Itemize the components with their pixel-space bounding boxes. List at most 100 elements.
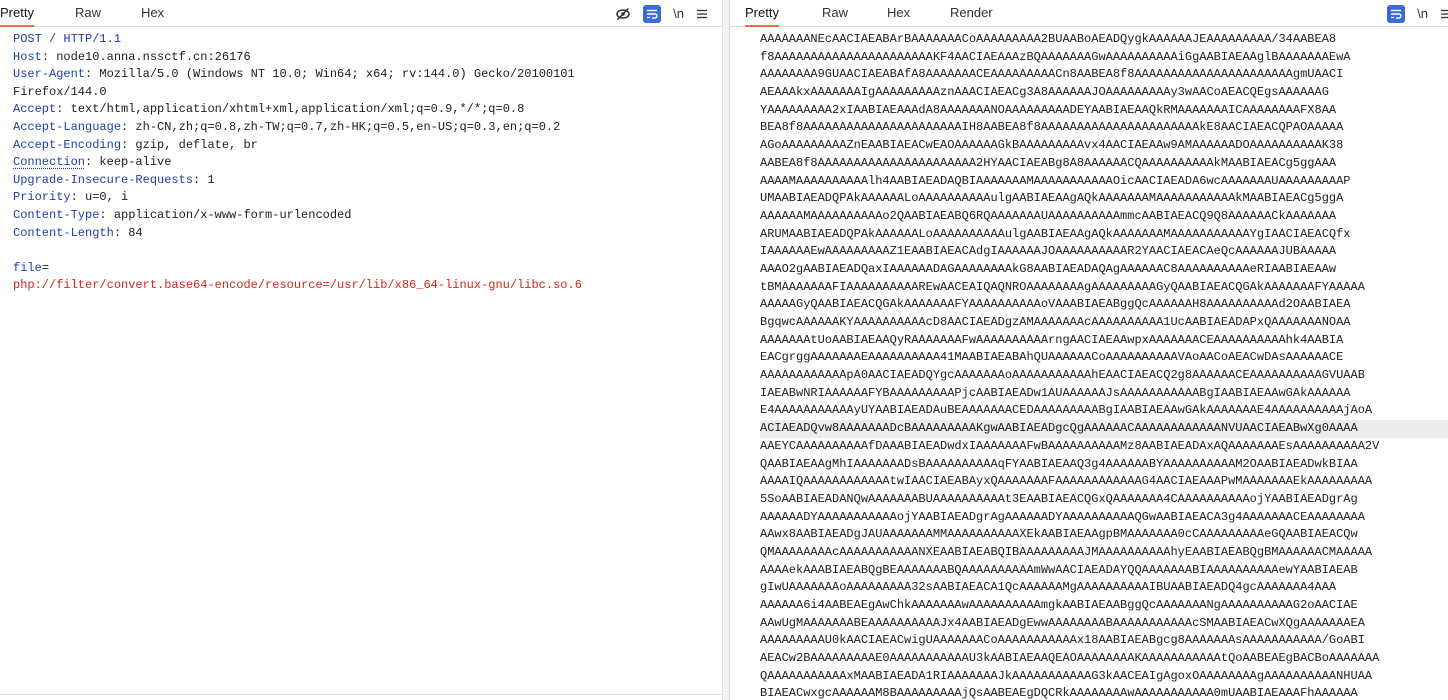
response-line: 5SoAABIAEADANQwAAAAAAABUAAAAAAAAAAt3EAAB…: [760, 491, 1358, 506]
header-name: Content-Type: [13, 207, 100, 222]
request-tabbar: Pretty Raw Hex \n: [0, 0, 722, 27]
header-name: Upgrade-Insecure-Requests: [13, 172, 194, 187]
response-line: ACIAEADQvw8AAAAAAADcBAAAAAAAAAKgwAABIAEA…: [760, 420, 1448, 438]
response-line: AABEA8f8AAAAAAAAAAAAAAAAAAAAAA2HYAACIAEA…: [760, 155, 1337, 170]
response-line: AAAAIQAAAAAAAAAAAAtwIAACIAEABAyxQAAAAAAA…: [760, 474, 1373, 489]
request-toolbar: \n: [603, 0, 708, 27]
response-line: AAAAAAAA9GUAACIAEABAfA8AAAAAAACEAAAAAAAA…: [760, 67, 1344, 82]
newline-toggle-button[interactable]: \n: [673, 5, 684, 23]
request-tab-pretty[interactable]: Pretty: [0, 0, 34, 27]
response-line: AGoAAAAAAAAAZnEAABIAEACwEAOAAAAAAGkBAAAA…: [760, 138, 1344, 153]
request-line: Accept-Encoding: gzip, deflate, br: [13, 137, 722, 155]
header-name: file: [13, 260, 42, 275]
response-line: ARUMAABIAEADQPAkAAAAAALoAAAAAAAAAAulgAAB…: [760, 226, 1351, 241]
response-line: tBMAAAAAAAFIAAAAAAAAAAREwAACEAIQAQNROAAA…: [760, 279, 1365, 294]
header-value: : gzip, deflate, br: [121, 137, 258, 152]
response-line: QMAAAAAAAAcAAAAAAAAAAANXEAABIAEABQIBAAAA…: [760, 544, 1373, 559]
header-name: User-Agent: [13, 67, 86, 82]
header-name: Accept-Language: [13, 119, 122, 134]
response-line: AAAO2gAABIAEADQaxIAAAAAADAGAAAAAAAAkG8AA…: [760, 261, 1337, 276]
response-newline-toggle-button[interactable]: \n: [1417, 5, 1428, 23]
header-value: =: [41, 260, 50, 275]
response-line: AAAAAAANEcAACIAEABArBAAAAAAACoAAAAAAAAA2…: [760, 32, 1337, 46]
response-line: EACgrggAAAAAAAEAAAAAAAAAA41MAABIAEABAhQU…: [760, 350, 1344, 365]
response-menu-icon[interactable]: [1440, 5, 1448, 23]
header-value: : 1: [193, 172, 215, 187]
request-line: Firefox/144.0: [13, 84, 722, 102]
header-value: : zh-CN,zh;q=0.8,zh-TW;q=0.7,zh-HK;q=0.5…: [121, 119, 561, 134]
header-name: Accept: [13, 102, 57, 117]
response-line: BEA8f8AAAAAAAAAAAAAAAAAAAAAAIH8AABEA8f8A…: [760, 120, 1344, 135]
request-line: file=: [13, 260, 722, 278]
header-name: Priority: [13, 190, 71, 205]
request-editor[interactable]: POST / HTTP/1.1 Host: node10.anna.nssctf.…: [0, 27, 722, 295]
response-line: AAAAAADYAAAAAAAAAAAojYAABIAEADgrAgAAAAAA…: [760, 509, 1365, 524]
response-tab-pretty[interactable]: Pretty: [745, 0, 779, 27]
header-name: POST / HTTP/1.1: [13, 32, 122, 46]
request-line: Content-Type: application/x-www-form-url…: [13, 207, 722, 225]
header-name: Host: [13, 49, 42, 64]
response-tab-hex[interactable]: Hex: [887, 0, 910, 27]
response-pane: Pretty Raw Hex Render \n AAAAAAANEcAACIA…: [729, 0, 1448, 700]
request-pane: Pretty Raw Hex \n POST / HTTP/1.1 Host: n…: [0, 0, 722, 700]
response-line: IAAAAAAEwAAAAAAAAAZ1EAABIAEACAdgIAAAAAAJ…: [760, 244, 1337, 259]
response-line: AAAAAAAAAU0kAACIAEACwigUAAAAAAACoAAAAAAA…: [760, 633, 1365, 648]
response-word-wrap-icon[interactable]: [1387, 4, 1406, 23]
response-line: QAAAAAAAAAAAxMAABIAEADA1RIAAAAAAAJkAAAAA…: [760, 668, 1373, 683]
word-wrap-icon[interactable]: [643, 4, 662, 23]
response-line: f8AAAAAAAAAAAAAAAAAAAAAAKF4AACIAEAAAzBQA…: [760, 49, 1351, 64]
request-line: User-Agent: Mozilla/5.0 (Windows NT 10.0…: [13, 66, 722, 84]
menu-icon[interactable]: [696, 5, 708, 23]
header-value: : text/html,application/xhtml+xml,applic…: [56, 102, 525, 117]
request-tab-hex[interactable]: Hex: [141, 0, 164, 27]
response-line: AAwUgMAAAAAAABEAAAAAAAAAAJx4AABIAEADgEww…: [760, 615, 1365, 630]
header-name: Connection: [13, 155, 86, 170]
response-line: AAAAMAAAAAAAAAAlh4AABIAEADAQBIAAAAAAAMAA…: [760, 173, 1351, 188]
request-line: php://filter/convert.base64-encode/resou…: [13, 277, 722, 295]
response-line: E4AAAAAAAAAAAyUYAABIAEADAuBEAAAAAAACEDAA…: [760, 403, 1373, 418]
request-body-value: php://filter/convert.base64-encode/resou…: [13, 278, 582, 293]
response-line: UMAABIAEADQPAkAAAAAALoAAAAAAAAAAulgAABIA…: [760, 191, 1344, 206]
request-line: Priority: u=0, i: [13, 189, 722, 207]
response-line: AAwx8AABIAEADgJAUAAAAAAAMMAAAAAAAAAAXEkA…: [760, 527, 1358, 542]
response-line: BgqwcAAAAAAKYAAAAAAAAAAcD8AACIAEADgzAMAA…: [760, 315, 1351, 329]
response-tabbar: Pretty Raw Hex Render \n: [730, 0, 1448, 27]
header-value: : node10.anna.nssctf.cn:26176: [41, 49, 251, 64]
response-line: QAABIAEAAgMhIAAAAAAADsBAAAAAAAAAAqFYAABI…: [760, 456, 1358, 471]
response-line: AAEYCAAAAAAAAAAfDAAABIAEADwdxIAAAAAAAFwB…: [760, 438, 1380, 453]
header-value: : u=0, i: [70, 190, 129, 205]
response-line: AAAAAAAtUoAABIAEAAQyRAAAAAAAFwAAAAAAAAAA…: [760, 332, 1344, 347]
request-line: POST / HTTP/1.1: [13, 31, 722, 49]
response-line: AEAAAkxAAAAAAAIgAAAAAAAAAznAAACIAEACg3A8…: [760, 85, 1329, 100]
request-footer-divider: [0, 694, 722, 695]
request-line: Accept: text/html,application/xhtml+xml,…: [13, 101, 722, 119]
response-tab-raw[interactable]: Raw: [822, 0, 848, 27]
hide-nonprintable-icon[interactable]: [615, 5, 631, 23]
header-name: Content-Length: [13, 225, 114, 240]
pane-splitter[interactable]: [722, 0, 729, 700]
response-line: IAEABwNRIAAAAAAFYBAAAAAAAAAPjcAABIAEADw1…: [760, 385, 1351, 400]
header-value: : application/x-www-form-urlencoded: [99, 207, 352, 222]
header-value: : 84: [113, 225, 143, 240]
request-line: Connection: keep-alive: [13, 154, 722, 172]
request-line: [13, 242, 722, 260]
response-tab-render[interactable]: Render: [950, 0, 993, 27]
response-line: AAAAAA6i4AABEAEgAwChkAAAAAAAwAAAAAAAAAAm…: [760, 598, 1358, 612]
response-line: BIAEACwxgcAAAAAAM8BAAAAAAAAAjQsAABEAEgDQ…: [760, 686, 1358, 700]
response-body[interactable]: AAAAAAANEcAACIAEABArBAAAAAAACoAAAAAAAAA2…: [730, 27, 1448, 700]
response-line: AAAAAAMAAAAAAAAAAo2QAABIAEABQ6RQAAAAAAAU…: [760, 208, 1337, 223]
response-line: AAAAAGyQAABIAEACQGAkAAAAAAAFYAAAAAAAAAAo…: [760, 297, 1351, 312]
response-line: AAAAAAAAAAAApA0AACIAEADQYgcAAAAAAAoAAAAA…: [760, 368, 1365, 383]
header-value: Firefox/144.0: [13, 84, 107, 99]
response-toolbar: \n: [1375, 0, 1448, 27]
header-value: : keep-alive: [85, 155, 172, 170]
response-line: YAAAAAAAAA2xIAABIAEAAAdA8AAAAAAANOAAAAAA…: [760, 102, 1337, 117]
request-line: Accept-Language: zh-CN,zh;q=0.8,zh-TW;q=…: [13, 119, 722, 137]
request-tab-raw[interactable]: Raw: [75, 0, 101, 27]
request-line: Host: node10.anna.nssctf.cn:26176: [13, 49, 722, 67]
response-line: AAAAekAAABIAEABQgBEAAAAAAABQAAAAAAAAAAmW…: [760, 562, 1358, 577]
header-name: Accept-Encoding: [13, 137, 122, 152]
header-value: : Mozilla/5.0 (Windows NT 10.0; Win64; x…: [85, 67, 575, 82]
response-line: AEACw2BAAAAAAAAAE0AAAAAAAAAAAU3kAABIAEAA…: [760, 651, 1380, 666]
request-line: Upgrade-Insecure-Requests: 1: [13, 172, 722, 190]
